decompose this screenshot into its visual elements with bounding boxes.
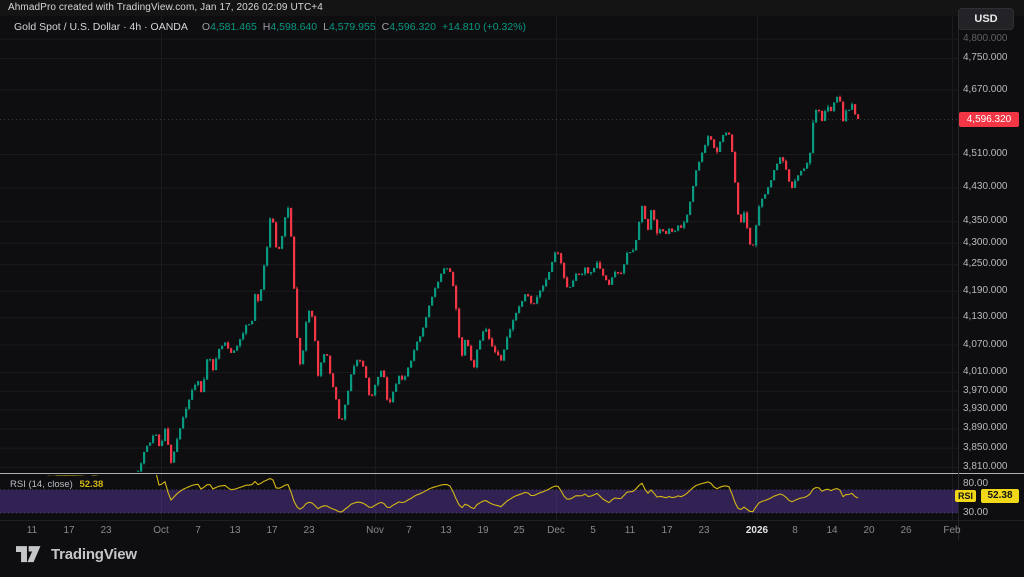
- rsi-source-badge: RSI: [955, 490, 976, 502]
- time-tick-label: 5: [590, 525, 596, 536]
- time-tick-label: 14: [826, 525, 837, 536]
- price-tick-label: 4,070.000: [963, 339, 1008, 350]
- price-tick-label: 3,930.000: [963, 403, 1008, 414]
- time-tick-label: 13: [229, 525, 240, 536]
- time-tick-label: 13: [440, 525, 451, 536]
- time-tick-label: 2026: [746, 525, 768, 536]
- price-tick-label: 4,300.000: [963, 237, 1008, 248]
- rsi-band: [0, 490, 958, 513]
- tradingview-logo-text: TradingView: [51, 546, 137, 563]
- ohlc-value-C: 4,596.320: [389, 21, 436, 33]
- price-tick-label: 4,670.000: [963, 84, 1008, 95]
- time-tick-label: 23: [698, 525, 709, 536]
- time-tick-label: 25: [513, 525, 524, 536]
- time-tick-label: 17: [661, 525, 672, 536]
- symbol-legend: Gold Spot / U.S. Dollar · 4h · OANDAO4,5…: [14, 21, 526, 33]
- price-tick-label: 4,430.000: [963, 181, 1008, 192]
- price-tick-label: 4,510.000: [963, 148, 1008, 159]
- time-tick-label: Dec: [547, 525, 565, 536]
- tradingview-logo[interactable]: TradingView: [16, 546, 137, 563]
- time-tick-label: 23: [303, 525, 314, 536]
- rsi-legend[interactable]: RSI (14, close) 52.38: [10, 479, 103, 490]
- price-tick-label: 3,810.000: [963, 461, 1008, 472]
- change-value: +14.810 (+0.32%): [442, 21, 526, 33]
- ohlc-value-L: 4,579.955: [329, 21, 376, 33]
- symbol-title[interactable]: Gold Spot / U.S. Dollar · 4h · OANDA: [14, 21, 188, 33]
- time-tick-label: Nov: [366, 525, 384, 536]
- price-tick-label: 4,010.000: [963, 366, 1008, 377]
- pane-borders: [0, 16, 1024, 540]
- time-tick-label: 7: [195, 525, 201, 536]
- last-price-badge: 4,596.320: [959, 112, 1019, 127]
- time-tick-label: Feb: [943, 525, 960, 536]
- time-tick-label: 11: [27, 525, 37, 536]
- ohlc-value-H: 4,598.640: [270, 21, 317, 33]
- gridlines: [0, 16, 958, 520]
- time-tick-label: 20: [863, 525, 874, 536]
- rsi-scale-label: 30.00: [963, 507, 988, 518]
- rsi-scale-label: 80.00: [963, 478, 988, 489]
- time-tick-label: 11: [625, 525, 635, 536]
- price-tick-label: 4,800.000: [963, 33, 1008, 44]
- price-tick-label: 4,750.000: [963, 52, 1008, 63]
- price-tick-label: 4,350.000: [963, 215, 1008, 226]
- time-tick-label: Oct: [153, 525, 169, 536]
- price-tick-label: 3,850.000: [963, 442, 1008, 453]
- time-tick-label: 23: [100, 525, 111, 536]
- rsi-value: 52.38: [79, 479, 103, 490]
- ohlc-key-O: O: [202, 21, 210, 33]
- time-tick-label: 8: [792, 525, 798, 536]
- price-tick-label: 4,190.000: [963, 285, 1008, 296]
- time-tick-label: 17: [63, 525, 74, 536]
- tradingview-logo-icon: [16, 546, 43, 563]
- rsi-value-badge: 52.38: [981, 489, 1019, 503]
- price-tick-label: 4,250.000: [963, 258, 1008, 269]
- price-tick-label: 4,130.000: [963, 311, 1008, 322]
- tradingview-snapshot: AhmadPro created with TradingView.com, J…: [0, 0, 1024, 577]
- rsi-params: (14, close): [28, 479, 72, 490]
- time-tick-label: 7: [406, 525, 412, 536]
- time-tick-label: 26: [900, 525, 911, 536]
- price-tick-label: 3,970.000: [963, 385, 1008, 396]
- chart-canvas[interactable]: [0, 0, 1024, 577]
- price-tick-label: 3,890.000: [963, 422, 1008, 433]
- rsi-title: RSI: [10, 479, 26, 490]
- ohlc-values: O4,581.465H4,598.640L4,579.955C4,596.320: [196, 21, 436, 33]
- currency-button[interactable]: USD: [958, 8, 1014, 30]
- ohlc-value-O: 4,581.465: [210, 21, 257, 33]
- time-tick-label: 19: [477, 525, 488, 536]
- time-tick-label: 17: [266, 525, 277, 536]
